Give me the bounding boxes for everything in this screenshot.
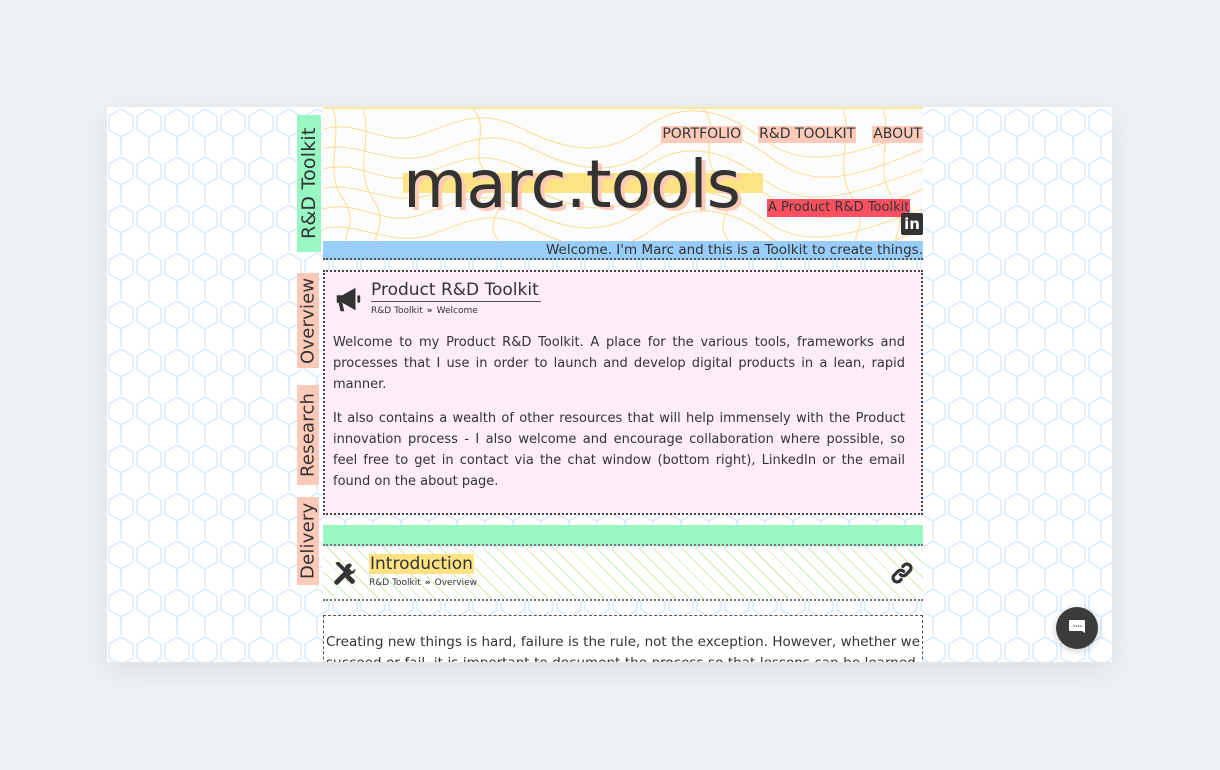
chat-icon	[1069, 620, 1085, 633]
breadcrumb-item[interactable]: Overview	[435, 578, 477, 588]
intro-title: Introduction	[369, 554, 474, 574]
welcome-card: Product R&D Toolkit R&D Toolkit» Welcome …	[323, 270, 923, 515]
megaphone-icon	[336, 287, 361, 312]
sidenav-item-overview[interactable]: Overview	[297, 273, 319, 368]
breadcrumb-item[interactable]: R&D Toolkit	[371, 306, 423, 316]
card-paragraph: Welcome to my Product R&D Toolkit. A pla…	[333, 335, 905, 392]
sidenav-brand[interactable]: R&D Toolkit	[297, 115, 321, 252]
logo[interactable]: marc.tools	[403, 146, 763, 223]
breadcrumb-separator-icon: »	[426, 306, 433, 316]
intro-section-header: Introduction R&D Toolkit» Overview	[323, 548, 923, 601]
card-title: Product R&D Toolkit	[371, 280, 541, 302]
chat-button[interactable]	[1056, 607, 1098, 649]
nav-portfolio[interactable]: PORTFOLIO	[661, 126, 743, 143]
browser-viewport: R&D Toolkit Overview Research Delivery P…	[107, 107, 1112, 662]
link-icon[interactable]	[889, 560, 915, 586]
breadcrumb: R&D Toolkit» Overview	[369, 578, 477, 588]
top-nav: PORTFOLIO R&D TOOLKIT ABOUT	[661, 126, 923, 143]
nav-rd-toolkit[interactable]: R&D TOOLKIT	[758, 126, 857, 143]
section-divider	[323, 525, 923, 546]
card-paragraph: It also contains a wealth of other resou…	[333, 411, 905, 489]
site-header: PORTFOLIO R&D TOOLKIT ABOUT marc.tools A…	[323, 107, 923, 243]
linkedin-icon[interactable]: in	[901, 213, 923, 235]
tools-icon	[334, 561, 356, 585]
logo-text: marc.tools	[403, 146, 741, 223]
intro-text: Creating new things is hard, failure is …	[323, 615, 923, 662]
breadcrumb: R&D Toolkit» Welcome	[371, 306, 541, 316]
tagline: A Product R&D Toolkit	[767, 199, 911, 217]
nav-about[interactable]: ABOUT	[872, 126, 923, 143]
sidenav-item-research[interactable]: Research	[297, 385, 319, 485]
breadcrumb-separator-icon: »	[424, 578, 431, 588]
welcome-banner: Welcome. I'm Marc and this is a Toolkit …	[323, 241, 923, 260]
breadcrumb-item[interactable]: Welcome	[437, 306, 478, 316]
sidenav-item-delivery[interactable]: Delivery	[297, 497, 319, 585]
breadcrumb-item[interactable]: R&D Toolkit	[369, 578, 421, 588]
